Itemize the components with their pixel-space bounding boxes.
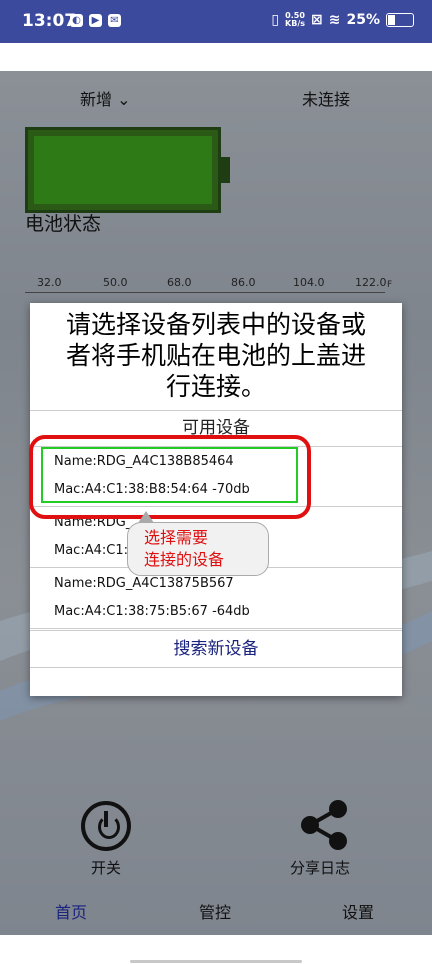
callout-line: 连接的设备 — [144, 550, 225, 569]
scale-tick: 104.0 — [293, 276, 325, 289]
prompt-line: 者将手机贴在电池的上盖进 — [65, 341, 366, 370]
share-log-label: 分享日志 — [290, 859, 351, 877]
device-mac: Mac:A4:C1:38:75:B5:67 -64db — [54, 604, 250, 619]
vibrate-icon: ▯ — [271, 12, 280, 28]
scale-tick: 122.0 — [355, 276, 387, 289]
net-speed-unit: KB/s — [285, 19, 306, 28]
scale-tick: 50.0 — [103, 276, 128, 289]
scale-tick: 32.0 — [37, 276, 62, 289]
device-name: Name:RDG_A4C13875B567 — [54, 576, 234, 591]
net-speed: 0.50 KB/s — [285, 12, 305, 28]
battery-terminal — [221, 157, 230, 183]
add-dropdown[interactable]: 新增 ⌄ — [80, 86, 131, 110]
wifi-icon: ≋ — [328, 12, 341, 28]
search-new-device-button[interactable]: 搜索新设备 — [30, 630, 402, 668]
power-label: 开关 — [91, 859, 122, 877]
add-label: 新增 — [80, 90, 113, 109]
annotation-green-highlight — [41, 447, 298, 503]
cloud-icon: ◐ — [70, 14, 83, 27]
annotation-callout: 选择需要 连接的设备 — [127, 511, 269, 576]
dialog-prompt: 请选择设备列表中的设备或 者将手机贴在电池的上盖进 行连接。 — [30, 309, 402, 402]
temperature-scale: 32.0 50.0 68.0 86.0 104.0 122.0 F — [25, 276, 395, 300]
status-right: ▯ 0.50 KB/s ⊠ ≋ 25% — [271, 12, 414, 28]
play-icon: ▶ — [89, 14, 102, 27]
notification-icons: ◐ ▶ ✉ — [70, 14, 121, 27]
battery-graphic — [25, 127, 230, 213]
status-time: 13:07 — [22, 11, 77, 31]
battery-icon — [386, 13, 414, 27]
mail-icon: ✉ — [108, 14, 121, 27]
scale-tick: 86.0 — [231, 276, 256, 289]
home-indicator[interactable] — [130, 960, 302, 963]
sim-off-icon: ⊠ — [311, 12, 323, 28]
tab-control[interactable]: 管控 — [199, 899, 231, 923]
scale-tick: 68.0 — [167, 276, 192, 289]
device-mac: Mac:A4:C1:3 — [54, 543, 137, 558]
chevron-down-icon: ⌄ — [117, 90, 131, 109]
system-nav-bar — [0, 935, 432, 964]
connection-status: 未连接 — [301, 90, 350, 109]
scale-line — [25, 292, 385, 293]
tab-home[interactable]: 首页 — [55, 899, 87, 923]
power-button[interactable] — [81, 801, 131, 851]
share-icon[interactable] — [298, 799, 350, 851]
tab-settings[interactable]: 设置 — [342, 899, 374, 923]
battery-status-label: 电池状态 — [25, 213, 102, 235]
app-bar — [0, 43, 432, 71]
device-item[interactable]: Name:RDG_A4C13875B567 Mac:A4:C1:38:75:B5… — [30, 568, 402, 629]
battery-fill — [34, 136, 212, 204]
prompt-line: 行连接。 — [165, 372, 266, 401]
prompt-line: 请选择设备列表中的设备或 — [65, 310, 366, 339]
battery-percent: 25% — [346, 12, 380, 28]
callout-line: 选择需要 — [144, 528, 209, 547]
status-bar: 13:07 ◐ ▶ ✉ ▯ 0.50 KB/s ⊠ ≋ 25% — [0, 0, 432, 43]
scale-unit: F — [387, 280, 393, 290]
